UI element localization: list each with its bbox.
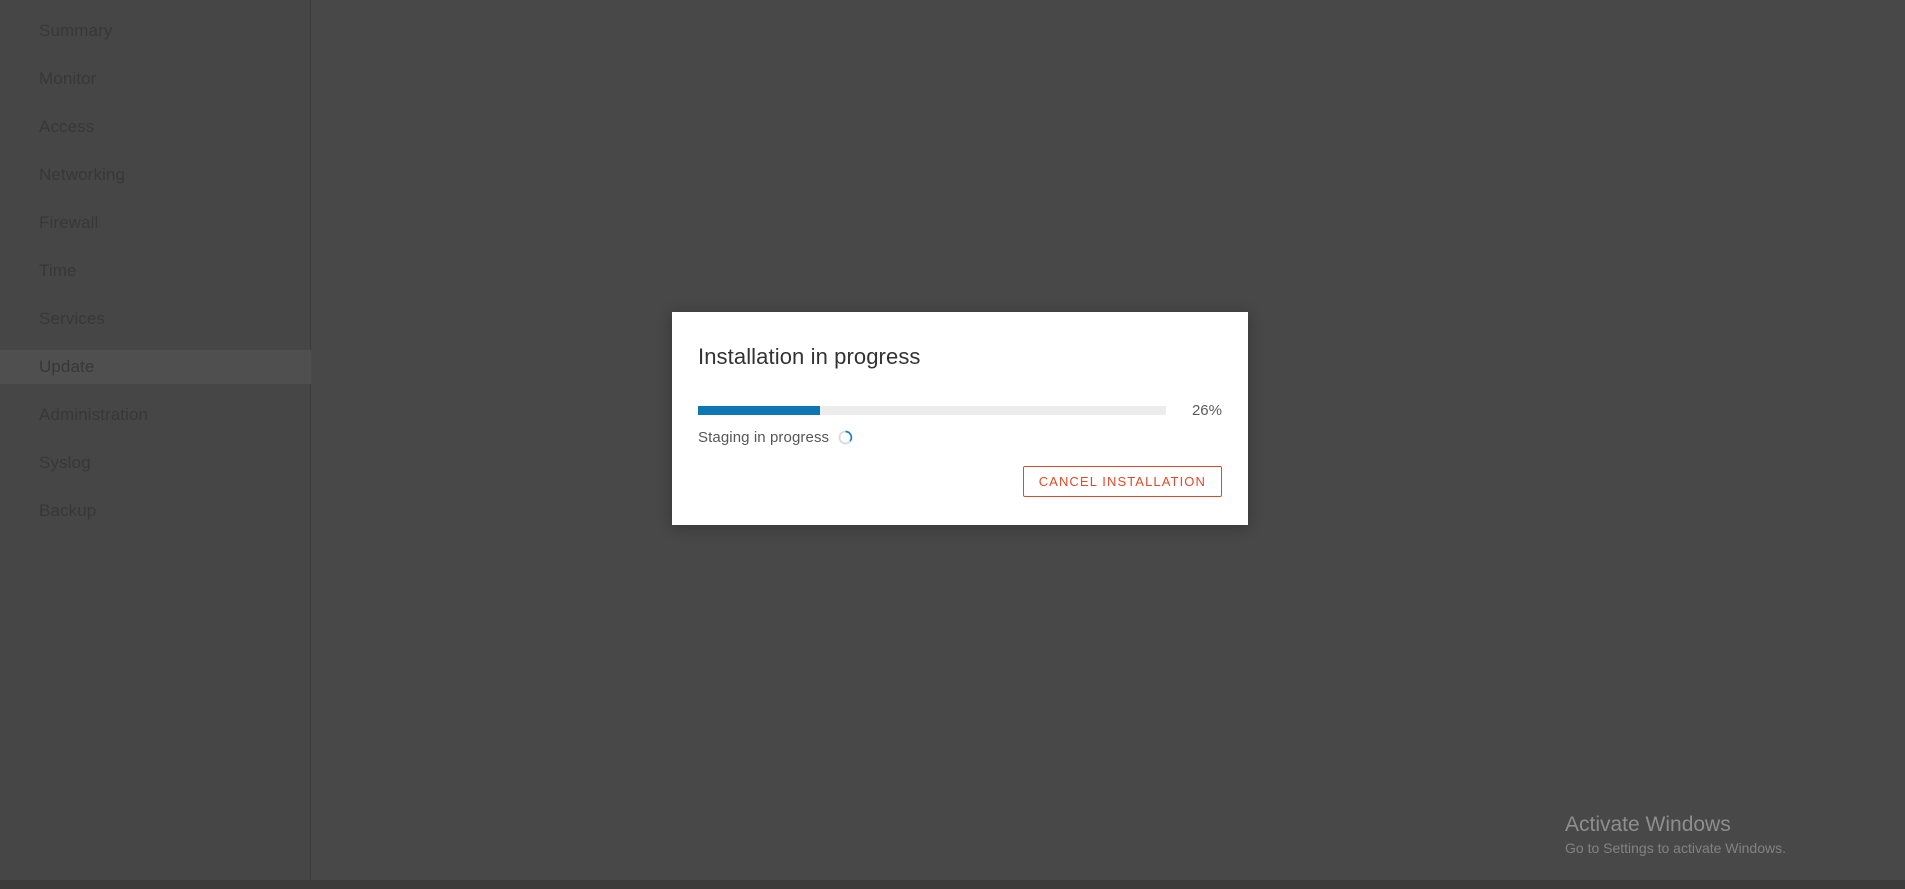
installation-progress-dialog: Installation in progress 26% Staging in … bbox=[672, 312, 1248, 525]
windows-activation-watermark: Activate Windows Go to Settings to activ… bbox=[1565, 811, 1845, 859]
status-row: Staging in progress bbox=[698, 429, 1222, 446]
progress-bar bbox=[698, 406, 1166, 416]
progress-row: 26% bbox=[698, 402, 1222, 419]
watermark-title: Activate Windows bbox=[1565, 813, 1731, 837]
dialog-title: Installation in progress bbox=[698, 344, 921, 369]
dialog-actions: CANCEL INSTALLATION bbox=[1022, 466, 1222, 497]
status-text: Staging in progress bbox=[698, 429, 830, 447]
cancel-installation-button[interactable]: CANCEL INSTALLATION bbox=[1022, 466, 1222, 497]
progress-bar-fill bbox=[698, 406, 820, 416]
loading-spinner-icon bbox=[829, 430, 853, 445]
screen: Summary Monitor Access Networking Firewall Ti… bbox=[0, 0, 1905, 889]
progress-percent-label: 26% bbox=[1191, 402, 1222, 420]
watermark-subtitle: Go to Settings to activate Windows. bbox=[1565, 840, 1786, 857]
